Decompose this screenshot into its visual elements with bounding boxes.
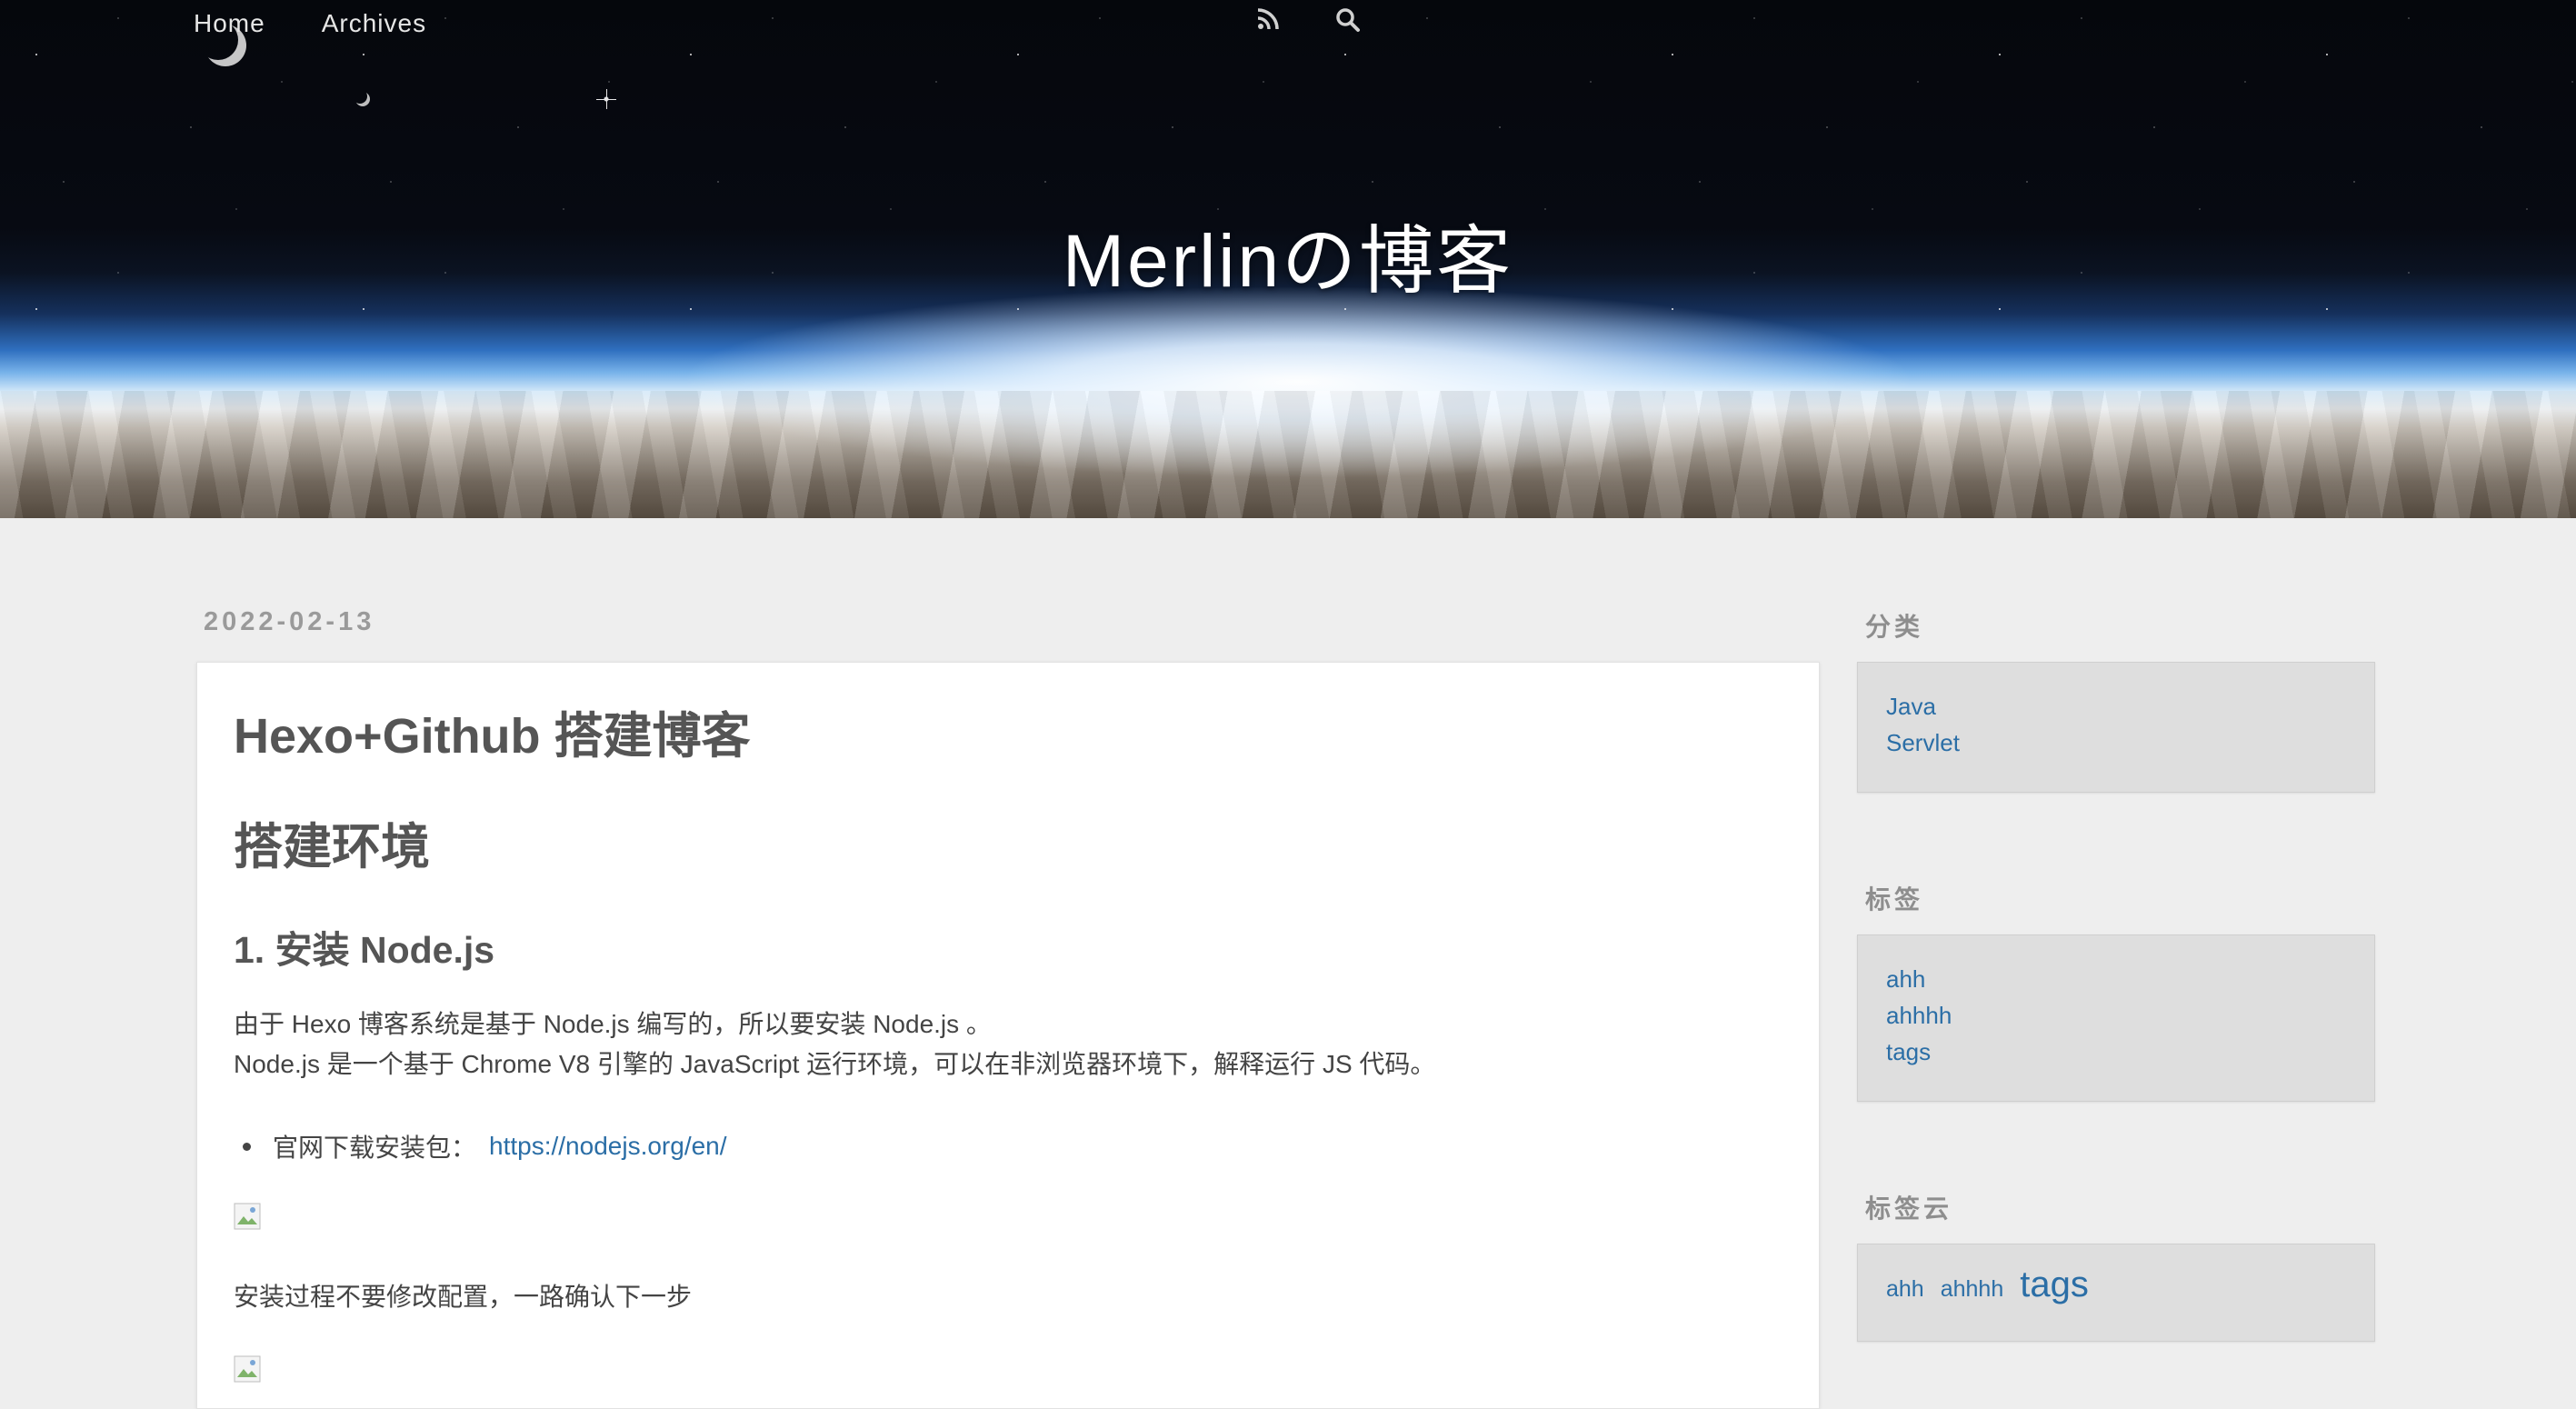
intro-paragraph: 由于 Hexo 博客系统是基于 Node.js 编写的，所以要安装 Node.j…	[234, 1004, 1435, 1084]
main-nav: Home Archives	[194, 9, 426, 38]
categories-heading: 分类	[1865, 613, 1924, 641]
post-article: Hexo+Github 搭建博客 搭建环境 1. 安装 Node.js 由于 H…	[196, 662, 1820, 1409]
tagcloud-heading: 标签云	[1865, 1194, 1953, 1223]
list-item: 官网下载安装包： https://nodejs.org/en/	[243, 1128, 727, 1164]
tag-ahh-link[interactable]: ahh	[1886, 961, 1952, 997]
broken-image-icon	[234, 1203, 261, 1230]
earth-clouds-background	[0, 391, 2576, 518]
tags-list: ahh ahhhh tags	[1886, 961, 1952, 1070]
categories-list: Java Servlet	[1886, 688, 1960, 761]
nodejs-download-link[interactable]: https://nodejs.org/en/	[489, 1132, 727, 1161]
categories-widget: Java Servlet	[1857, 662, 2375, 793]
tag-tags-link[interactable]: tags	[1886, 1034, 1952, 1070]
install-note: 安装过程不要修改配置，一路确认下一步	[234, 1283, 693, 1311]
intro-line-2: Node.js 是一个基于 Chrome V8 引擎的 JavaScript 运…	[234, 1050, 1436, 1078]
nav-archives-link[interactable]: Archives	[322, 9, 426, 38]
rss-icon	[1257, 8, 1279, 30]
tagcloud: ahh ahhhh tags	[1886, 1264, 2089, 1305]
search-icon	[1336, 8, 1360, 32]
list-item-text: 官网下载安装包：	[273, 1134, 477, 1162]
broken-image-icon	[234, 1355, 261, 1383]
tags-heading: 标签	[1865, 885, 1924, 914]
site-banner: Home Archives Merlinの博客	[0, 0, 2576, 518]
bullet-icon	[243, 1142, 251, 1151]
rss-button[interactable]	[1256, 7, 1287, 38]
tagcloud-ahhhh-link[interactable]: ahhhh	[1941, 1276, 2004, 1303]
post-title[interactable]: Hexo+Github 搭建博客	[234, 695, 751, 767]
section-heading: 搭建环境	[234, 820, 430, 874]
subsection-heading: 1. 安装 Node.js	[234, 929, 495, 971]
tagcloud-widget: ahh ahhhh tags	[1857, 1244, 2375, 1342]
search-button[interactable]	[1335, 7, 1366, 38]
tag-ahhhh-link[interactable]: ahhhh	[1886, 997, 1952, 1034]
tagcloud-ahh-link[interactable]: ahh	[1886, 1276, 1924, 1303]
category-java-link[interactable]: Java	[1886, 688, 1960, 724]
intro-line-1: 由于 Hexo 博客系统是基于 Node.js 编写的，所以要安装 Node.j…	[234, 1010, 992, 1038]
tags-widget: ahh ahhhh tags	[1857, 934, 2375, 1102]
site-title[interactable]: Merlinの博客	[0, 200, 2576, 308]
category-servlet-link[interactable]: Servlet	[1886, 724, 1960, 761]
nav-home-link[interactable]: Home	[194, 9, 265, 38]
star-sparkle-decoration	[596, 89, 616, 109]
post-date[interactable]: 2022-02-13	[204, 607, 374, 637]
small-moon-decoration	[353, 89, 367, 104]
tagcloud-tags-link[interactable]: tags	[2020, 1264, 2089, 1305]
